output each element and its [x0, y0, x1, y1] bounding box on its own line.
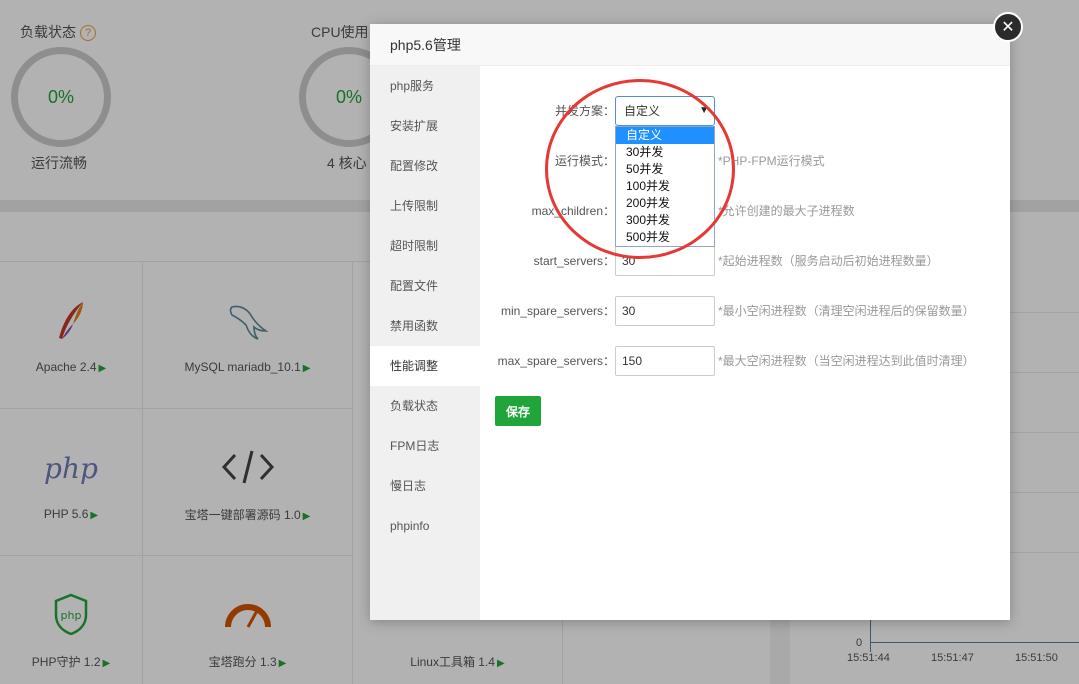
nav-item-config-edit[interactable]: 配置修改 — [370, 146, 480, 186]
max-spare-servers-input[interactable] — [615, 346, 715, 376]
nav-item-phpinfo[interactable]: phpinfo — [370, 506, 480, 546]
nav-item-config-file[interactable]: 配置文件 — [370, 266, 480, 306]
start-servers-hint: *起始进程数（服务启动后初始进程数量） — [718, 254, 939, 268]
min-spare-servers-hint: *最小空闲进程数（清理空闲进程后的保留数量） — [718, 304, 975, 318]
max-children-hint: *允许创建的最大子进程数 — [718, 204, 855, 218]
nav-item-load-status[interactable]: 负载状态 — [370, 386, 480, 426]
dialog-title: php5.6管理 — [370, 24, 1010, 66]
min-spare-servers-input[interactable] — [615, 296, 715, 326]
start-servers-row: start_servers： *起始进程数（服务启动后初始进程数量） — [480, 246, 1010, 276]
min-spare-servers-label: min_spare_servers： — [500, 304, 615, 318]
nav-item-upload-limit[interactable]: 上传限制 — [370, 186, 480, 226]
nav-item-fpm-log[interactable]: FPM日志 — [370, 426, 480, 466]
nav-item-disabled-functions[interactable]: 禁用函数 — [370, 306, 480, 346]
nav-item-performance-tuning[interactable]: 性能调整 — [370, 346, 480, 386]
max-spare-servers-label: max_spare_servers： — [497, 354, 615, 368]
save-button[interactable]: 保存 — [495, 396, 541, 426]
min-spare-servers-row: min_spare_servers： *最小空闲进程数（清理空闲进程后的保留数量… — [480, 296, 1010, 326]
nav-item-timeout-limit[interactable]: 超时限制 — [370, 226, 480, 266]
close-icon[interactable]: ✕ — [993, 12, 1023, 42]
nav-item-php-service[interactable]: php服务 — [370, 66, 480, 106]
dialog-side-nav: php服务 安装扩展 配置修改 上传限制 超时限制 配置文件 禁用函数 性能调整… — [370, 66, 480, 620]
nav-item-slow-log[interactable]: 慢日志 — [370, 466, 480, 506]
nav-item-install-extension[interactable]: 安装扩展 — [370, 106, 480, 146]
red-annotation-circle — [545, 79, 735, 259]
max-spare-servers-row: max_spare_servers： *最大空闲进程数（当空闲进程达到此值时清理… — [480, 346, 1010, 376]
max-spare-servers-hint: *最大空闲进程数（当空闲进程达到此值时清理） — [718, 354, 975, 368]
